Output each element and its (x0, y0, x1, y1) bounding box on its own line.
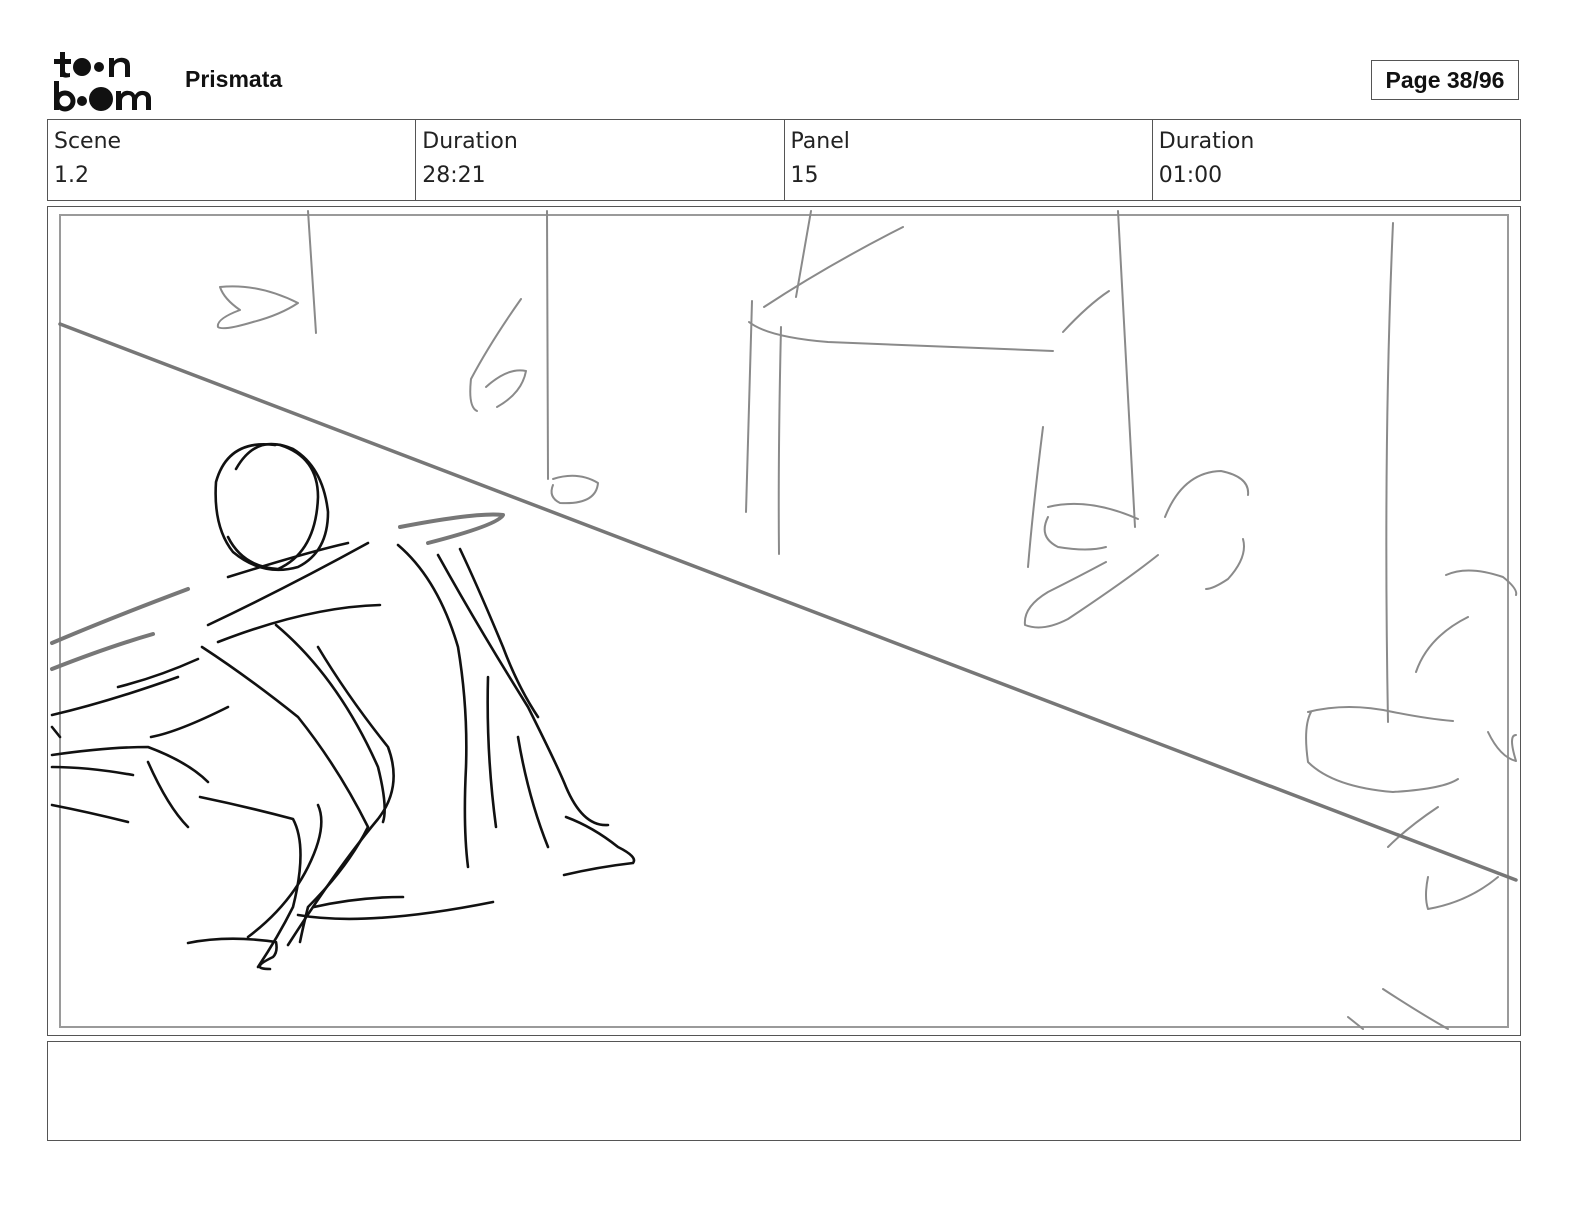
panel-duration-value: 01:00 (1158, 163, 1223, 188)
scene-cell: Scene 1.2 (48, 120, 417, 200)
scene-value: 1.2 (54, 163, 89, 188)
panel-label: Panel (790, 129, 850, 154)
storyboard-sketch-image (50, 210, 1518, 1030)
scene-duration-label: Duration (422, 129, 518, 154)
page-number-badge: Page 38/96 (1371, 60, 1519, 100)
panel-value: 15 (790, 163, 819, 188)
panel-cell: Panel 15 (785, 120, 1153, 200)
scene-duration-cell: Duration 28:21 (416, 120, 785, 200)
panel-notes-box (47, 1041, 1521, 1141)
scene-info-table: Scene 1.2 Duration 28:21 Panel 15 Durati… (47, 119, 1521, 201)
storyboard-panel (47, 206, 1521, 1036)
toonboom-logo (54, 52, 151, 112)
panel-duration-cell: Duration 01:00 (1153, 120, 1520, 200)
project-title: Prismata (185, 66, 283, 92)
panel-duration-label: Duration (1158, 129, 1255, 154)
scene-duration-value: 28:21 (422, 163, 486, 188)
scene-label: Scene (54, 129, 122, 154)
